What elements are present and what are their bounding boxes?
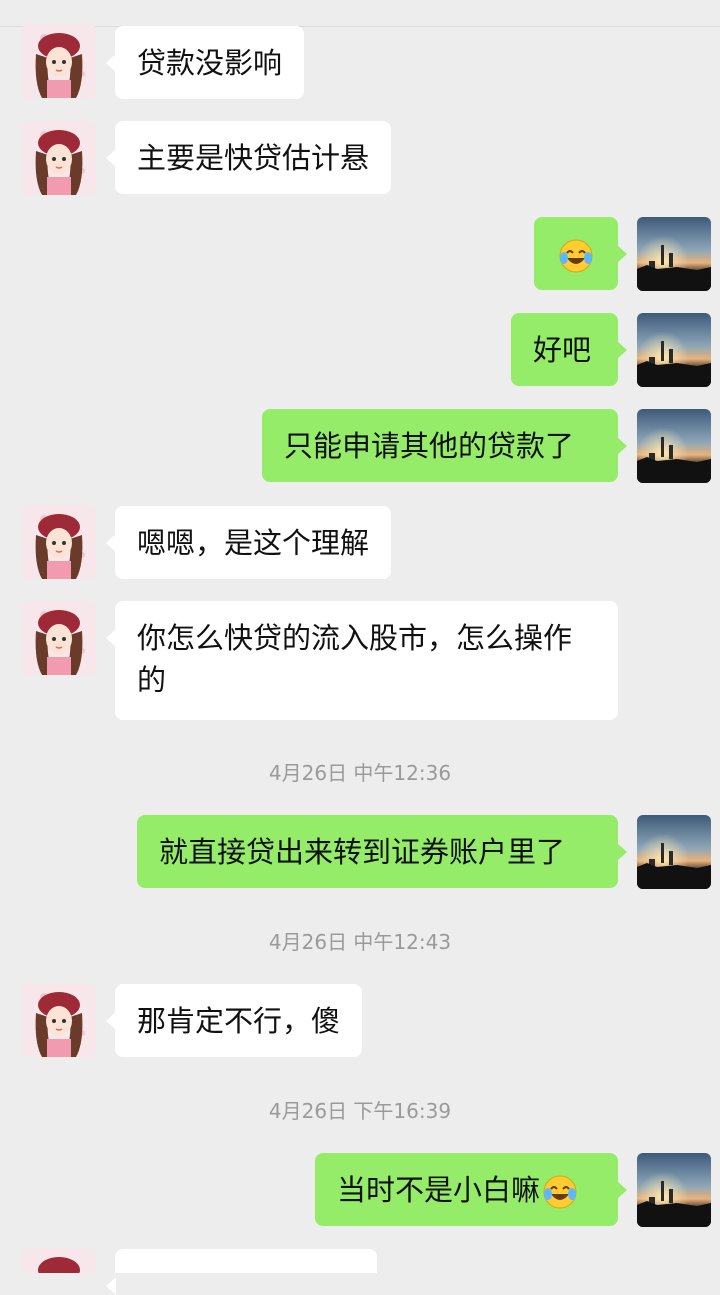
contact-avatar[interactable]	[22, 121, 96, 195]
laugh-cry-emoji-icon	[543, 1175, 577, 1209]
message-bubble-right[interactable]	[534, 217, 627, 290]
message-text: 嗯嗯，是这个理解	[137, 526, 370, 560]
message-text: 那肯定不行，傻	[137, 1004, 341, 1038]
laugh-cry-emoji-icon	[559, 239, 593, 273]
message-bubble-left[interactable]: 主要是快贷估计悬	[105, 121, 392, 194]
message-text: 你怎么快贷的流入股市，怎么操作的	[137, 621, 573, 697]
message-text: 当时不是小白嘛	[337, 1173, 541, 1207]
message-bubble-right[interactable]: 好吧	[511, 313, 627, 386]
user-avatar[interactable]	[637, 1153, 711, 1227]
user-avatar[interactable]	[637, 409, 711, 483]
message-bubble-left[interactable]: 贷款没影响	[105, 26, 305, 99]
message-text: 主要是快贷估计悬	[137, 141, 370, 175]
message-bubble-right[interactable]: 就直接贷出来转到证券账户里了	[137, 815, 627, 888]
message-bubble-left[interactable]: 嗯嗯，是这个理解	[105, 506, 392, 579]
contact-avatar[interactable]	[22, 24, 96, 98]
top-divider	[0, 0, 720, 27]
user-avatar[interactable]	[637, 313, 711, 387]
message-bubble-right[interactable]: 只能申请其他的贷款了	[262, 409, 627, 482]
message-text: 就直接贷出来转到证券账户里了	[159, 835, 566, 869]
contact-avatar[interactable]	[22, 601, 96, 675]
timestamp: 4月26日 中午12:36	[268, 761, 452, 785]
timestamp: 4月26日 下午16:39	[268, 1099, 452, 1123]
timestamp: 4月26日 中午12:43	[268, 930, 452, 954]
message-bubble-left[interactable]: 那肯定不行，傻	[105, 984, 363, 1057]
message-text: 贷款没影响	[137, 46, 283, 80]
message-text: 好吧	[533, 333, 592, 367]
user-avatar[interactable]	[637, 815, 711, 889]
message-bubble-right[interactable]: 当时不是小白嘛	[315, 1153, 627, 1226]
contact-avatar[interactable]	[22, 1248, 96, 1273]
contact-avatar[interactable]	[22, 505, 96, 579]
contact-avatar[interactable]	[22, 983, 96, 1057]
message-bubble-left-partial[interactable]	[106, 1249, 377, 1295]
user-avatar[interactable]	[637, 217, 711, 291]
message-bubble-left[interactable]: 你怎么快贷的流入股市，怎么操作的	[106, 601, 618, 720]
message-text: 只能申请其他的贷款了	[284, 429, 575, 463]
